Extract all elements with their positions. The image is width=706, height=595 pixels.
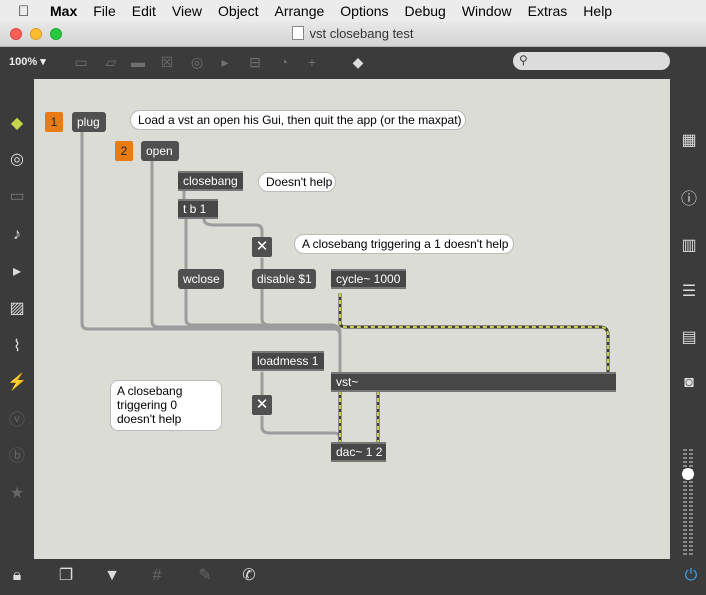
menu-options[interactable]: Options (332, 3, 396, 19)
target-icon[interactable]: ◎ (6, 149, 28, 171)
menu-edit[interactable]: Edit (124, 3, 164, 19)
bottom-toolbar: 🔒︎ ❐ ▼ # ✎ ✆ ⏻ (0, 559, 706, 595)
wclose-message[interactable]: wclose (178, 269, 224, 289)
open-message[interactable]: open (141, 141, 179, 161)
menu-window[interactable]: Window (454, 3, 520, 19)
trigger-object[interactable]: t b 1 (178, 199, 218, 219)
comment-doesnt-help: Doesn't help (258, 172, 336, 192)
add-object-icon[interactable]: ✎ (194, 565, 216, 587)
apple-icon[interactable]:  (18, 3, 40, 20)
audio-power-icon[interactable]: ⏻ (680, 565, 702, 587)
left-sidebar: ◆ ◎ ▭ ♪ ▸ ▨ ⌇ ⚡ ⓥ ⓑ ★ (0, 79, 34, 559)
camera-icon[interactable]: ◙ (678, 372, 700, 394)
window-titlebar: vst closebang test (0, 22, 706, 47)
menu-view[interactable]: View (164, 3, 210, 19)
presentation-icon[interactable]: ▭ (72, 53, 90, 71)
cube-icon[interactable]: ◆ (6, 113, 28, 135)
signal-cord-cycle-vst-bg (338, 293, 610, 373)
menu-arrange[interactable]: Arrange (266, 3, 332, 19)
cord-wclose-vst (184, 287, 334, 327)
comment-closebang-0: A closebang triggering 0 doesn't help (110, 380, 222, 431)
book-icon[interactable]: ▥ (678, 235, 700, 257)
menu-file[interactable]: File (85, 3, 124, 19)
comment-load-vst: Load a vst an open his Gui, then quit th… (130, 110, 466, 130)
music-note-icon[interactable]: ♪ (6, 224, 28, 246)
zoom-menu[interactable]: 100% ▾ (9, 55, 46, 68)
vizzie-icon[interactable]: ⓥ (6, 410, 28, 432)
signal-cord-cycle-vst (339, 293, 609, 373)
vst-object[interactable]: vst~ (331, 372, 616, 392)
paint-icon[interactable]: ◆ (349, 53, 367, 71)
toggle-closebang[interactable]: ✕ (252, 237, 272, 257)
volume-slider-knob[interactable] (682, 468, 694, 480)
search-icon: ⚲ (519, 53, 528, 67)
wrench-icon[interactable]: ✆ (238, 565, 260, 587)
toggle-loadmess[interactable]: ✕ (252, 395, 272, 415)
dac-object[interactable]: dac~ 1 2 (331, 442, 386, 462)
disable-message[interactable]: disable $1 (252, 269, 316, 289)
step-badge-1: 1 (45, 112, 63, 132)
message-icon[interactable]: ▱ (102, 53, 120, 71)
list-icon[interactable]: ☰ (678, 281, 700, 303)
slider-icon[interactable]: ⊟ (246, 53, 264, 71)
image-icon[interactable]: ▨ (6, 298, 28, 320)
volume-meter-right (689, 449, 693, 557)
comment-closebang-1: A closebang triggering a 1 doesn't help (294, 234, 514, 254)
windows-icon[interactable]: ❐ (55, 565, 77, 587)
media-icon[interactable]: ▸ (6, 261, 28, 283)
paperclip-icon[interactable]: ⌇ (6, 336, 28, 358)
grid-icon[interactable]: ▦ (678, 130, 700, 152)
beap-icon[interactable]: ⓑ (6, 446, 28, 468)
menu-max[interactable]: Max (40, 3, 85, 19)
star-icon[interactable]: ★ (6, 483, 28, 505)
grid-snap-icon[interactable]: # (146, 565, 168, 587)
add-icon[interactable]: + (303, 53, 321, 71)
cycle-object[interactable]: cycle~ 1000 (331, 269, 406, 289)
lock-icon[interactable]: 🔒︎ (6, 565, 28, 587)
document-icon (292, 26, 305, 40)
comment-icon[interactable]: ▬ (129, 53, 147, 71)
plug-message[interactable]: plug (72, 112, 106, 132)
volume-meter (683, 449, 687, 557)
patcher-toolbar: 100% ▾ ▭ ▱ ▬ ☒ ◎ ▸ ⊟ ◔ + ◆ ⚲ (0, 47, 706, 79)
window-title-text: vst closebang test (309, 26, 414, 41)
dial-icon[interactable]: ◔ (275, 53, 293, 71)
right-sidebar: ▦ ⓘ ▥ ☰ ▤ ◙ (670, 79, 706, 559)
menu-debug[interactable]: Debug (397, 3, 454, 19)
patcher-canvas[interactable]: 1 plug Load a vst an open his Gui, then … (34, 79, 670, 559)
button-icon[interactable]: ◎ (188, 53, 206, 71)
menu-extras[interactable]: Extras (520, 3, 576, 19)
toggle-icon[interactable]: ☒ (158, 53, 176, 71)
cord-toggle-dac (260, 415, 342, 445)
loadmess-object[interactable]: loadmess 1 (252, 351, 324, 371)
window-title: vst closebang test (0, 26, 706, 41)
menu-object[interactable]: Object (210, 3, 266, 19)
step-badge-2: 2 (115, 141, 133, 161)
closebang-object[interactable]: closebang (178, 171, 243, 191)
cord-disable-vst (260, 287, 342, 333)
presentation-mode-icon[interactable]: ▼ (101, 565, 123, 587)
plug-icon[interactable]: ⚡ (6, 372, 28, 394)
menubar:  Max File Edit View Object Arrange Opti… (0, 0, 706, 23)
reference-icon[interactable]: ▤ (678, 327, 700, 349)
umenu-icon[interactable]: ▸ (216, 53, 234, 71)
info-icon[interactable]: ⓘ (678, 189, 700, 211)
search-field[interactable]: ⚲ (513, 52, 670, 70)
film-icon[interactable]: ▭ (6, 186, 28, 208)
search-input[interactable] (535, 53, 667, 69)
menu-help[interactable]: Help (575, 3, 620, 19)
cord-tb-toggle (202, 217, 264, 239)
